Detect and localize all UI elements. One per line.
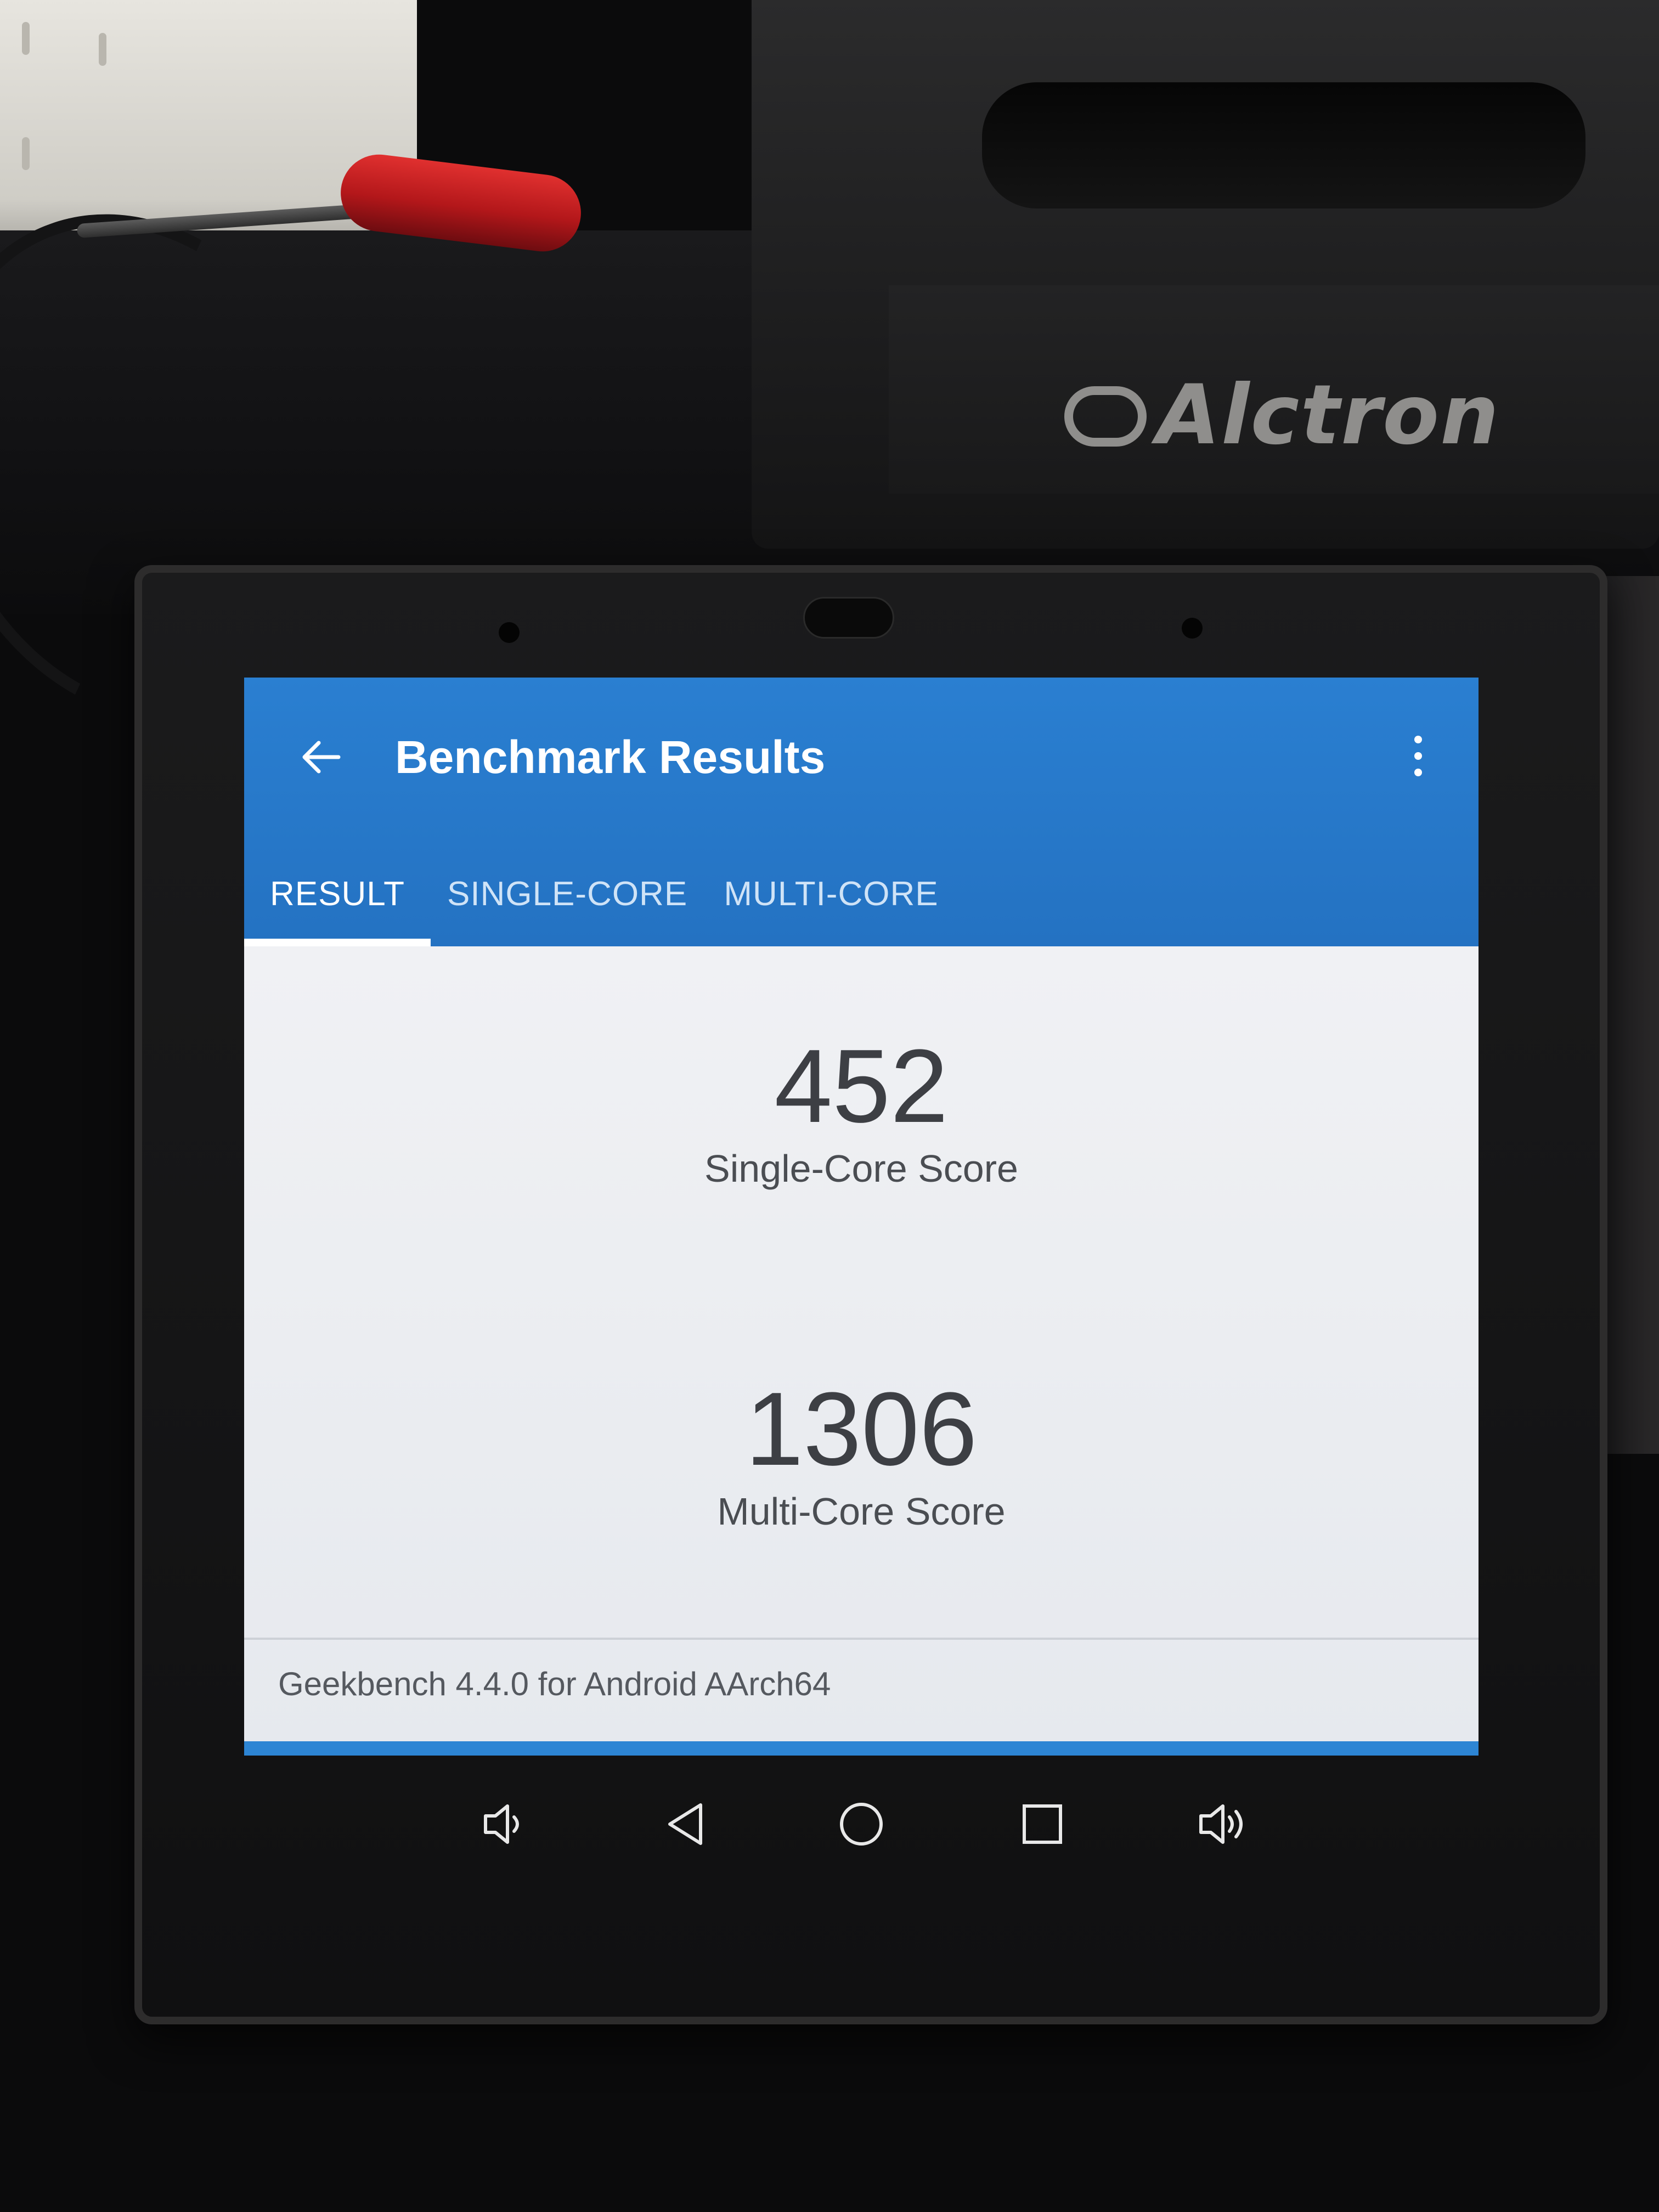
multi-core-score-value: 1306 xyxy=(745,1371,978,1487)
back-arrow-icon[interactable] xyxy=(294,730,348,785)
peg-hole xyxy=(22,22,30,55)
camera-sensor xyxy=(803,597,894,639)
peg-hole xyxy=(99,33,106,66)
speaker-port xyxy=(982,82,1585,208)
footer-version-text: Geekbench 4.4.0 for Android AArch64 xyxy=(278,1666,831,1702)
studio-monitor-speaker xyxy=(752,0,1659,549)
screw-hole xyxy=(499,622,520,643)
tab-bar: RESULT SINGLE-CORE MULTI-CORE xyxy=(244,842,1479,946)
volume-down-icon xyxy=(484,1804,519,1844)
volume-down-button[interactable] xyxy=(475,1794,535,1854)
tab-multi-core[interactable]: MULTI-CORE xyxy=(721,842,941,946)
more-vert-icon[interactable] xyxy=(1407,727,1429,787)
back-triangle-icon xyxy=(668,1803,702,1845)
volume-up-button[interactable] xyxy=(1193,1794,1254,1854)
system-navigation-bar xyxy=(244,1772,1479,1876)
single-core-result: 452 Single-Core Score xyxy=(244,1029,1479,1193)
page-title: Benchmark Results xyxy=(395,731,826,783)
footer-accent-bar xyxy=(244,1741,1479,1756)
home-circle-icon xyxy=(840,1803,883,1846)
multi-core-score-label: Multi-Core Score xyxy=(717,1490,1006,1533)
arrow-left-icon xyxy=(302,741,341,774)
single-core-score-value: 452 xyxy=(774,1028,949,1144)
nav-back-button[interactable] xyxy=(656,1794,716,1854)
device-screen: Benchmark Results RESULT SINGLE-CORE MUL… xyxy=(244,678,1479,1756)
recents-square-icon xyxy=(1023,1804,1062,1844)
multi-core-result: 1306 Multi-Core Score xyxy=(244,1372,1479,1536)
tab-result[interactable]: RESULT xyxy=(266,842,409,946)
peg-hole xyxy=(22,137,30,170)
single-core-score-label: Single-Core Score xyxy=(704,1147,1018,1190)
volume-up-icon xyxy=(1199,1804,1243,1844)
active-tab-indicator xyxy=(244,939,431,946)
brand-name: Alctron xyxy=(1156,368,1500,463)
speaker-brand-logo: Alctron xyxy=(1064,368,1500,463)
tab-single-core[interactable]: SINGLE-CORE xyxy=(447,842,687,946)
footer-divider xyxy=(244,1638,1479,1640)
screw-hole xyxy=(1182,618,1203,639)
brand-mark-icon xyxy=(1064,386,1147,447)
nav-recents-button[interactable] xyxy=(1012,1794,1073,1854)
result-content: 452 Single-Core Score 1306 Multi-Core Sc… xyxy=(244,946,1479,1756)
app-bar: Benchmark Results RESULT SINGLE-CORE MUL… xyxy=(244,678,1479,946)
nav-home-button[interactable] xyxy=(831,1794,891,1854)
